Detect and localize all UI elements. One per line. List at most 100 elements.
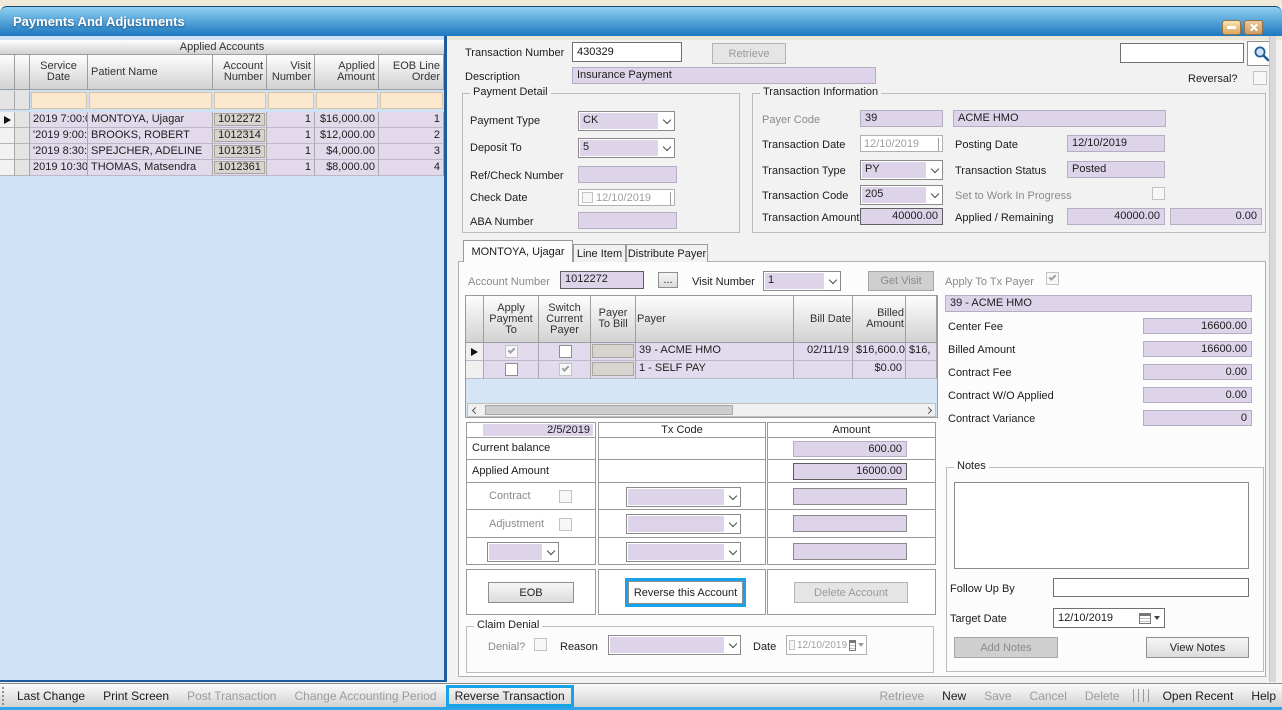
denial-date-checkbox[interactable] bbox=[789, 640, 795, 650]
denial-date-control[interactable]: 12/10/2019 bbox=[786, 635, 867, 655]
table-row[interactable]: '2019 9:00:0 BROOKS, ROBERT 1012314 1 $1… bbox=[0, 128, 444, 144]
switch-payer-checkbox[interactable] bbox=[559, 345, 572, 358]
retrieve-transaction-button[interactable]: Retrieve bbox=[712, 43, 786, 64]
tab-line-item[interactable]: Line Item bbox=[573, 244, 626, 262]
tab-patient[interactable]: MONTOYA, Ujagar bbox=[463, 240, 573, 262]
header-spacer bbox=[15, 55, 30, 90]
tab-distribute-payer[interactable]: Distribute Payer bbox=[626, 244, 708, 262]
check-date-checkbox[interactable] bbox=[582, 192, 593, 203]
extra-txcode-select[interactable] bbox=[626, 542, 741, 562]
contract-checkbox[interactable] bbox=[559, 490, 572, 503]
last-change-button[interactable]: Last Change bbox=[8, 687, 94, 705]
table-row[interactable]: '2019 8:30:0 SPEJCHER, ADELINE 1012315 1… bbox=[0, 144, 444, 160]
delete-button[interactable]: Delete bbox=[1076, 687, 1129, 705]
delete-account-button[interactable]: Delete Account bbox=[794, 582, 908, 603]
change-accounting-period-button[interactable]: Change Accounting Period bbox=[285, 687, 445, 705]
notes-textarea[interactable] bbox=[954, 482, 1249, 569]
chevron-down-icon bbox=[728, 518, 736, 526]
applied-amount-field[interactable]: 16000.00 bbox=[793, 463, 907, 480]
apply-payment-checkbox[interactable] bbox=[505, 345, 518, 358]
transaction-date-control[interactable]: 12/10/2019 bbox=[860, 135, 943, 152]
aba-number-field[interactable] bbox=[578, 212, 677, 229]
filter-applied-amount[interactable] bbox=[316, 92, 378, 109]
contract-amount-field[interactable] bbox=[793, 488, 907, 505]
scroll-right-icon[interactable] bbox=[921, 404, 935, 416]
ref-check-number-field[interactable] bbox=[578, 166, 677, 183]
reverse-this-account-button[interactable]: Reverse this Account bbox=[628, 581, 743, 604]
extra-row-select[interactable] bbox=[487, 542, 559, 562]
retrieve-button[interactable]: Retrieve bbox=[870, 687, 933, 705]
help-button[interactable]: Help bbox=[1242, 687, 1282, 705]
adjustment-amount-field[interactable] bbox=[793, 515, 907, 532]
transaction-amount-field[interactable]: 40000.00 bbox=[860, 208, 943, 225]
cell-eob: 1 bbox=[379, 112, 444, 128]
switch-payer-checkbox[interactable] bbox=[559, 363, 572, 376]
extra-amount-field[interactable] bbox=[793, 543, 907, 560]
scrollbar-thumb[interactable] bbox=[485, 405, 733, 415]
payer-to-bill-cell[interactable] bbox=[592, 344, 634, 358]
cell-visit: 1 bbox=[267, 128, 315, 144]
get-visit-button[interactable]: Get Visit bbox=[868, 271, 934, 291]
denial-reason-select[interactable] bbox=[608, 635, 741, 655]
minimize-button[interactable] bbox=[1222, 20, 1241, 35]
payer-row[interactable]: 39 - ACME HMO 02/11/19 $16,600.00 $16, bbox=[466, 343, 937, 361]
payer-to-bill-cell[interactable] bbox=[592, 362, 634, 376]
transaction-number-input[interactable] bbox=[572, 42, 682, 62]
add-notes-button[interactable]: Add Notes bbox=[954, 637, 1058, 658]
filter-account-number[interactable] bbox=[214, 92, 266, 109]
cell-service-date: 2019 7:00:0( bbox=[30, 112, 88, 128]
denial-checkbox[interactable] bbox=[534, 638, 547, 651]
work-in-progress-checkbox[interactable] bbox=[1152, 187, 1165, 200]
save-button[interactable]: Save bbox=[975, 687, 1020, 705]
transaction-code-select[interactable]: 205 bbox=[860, 185, 943, 205]
adjustment-txcode-select[interactable] bbox=[626, 514, 741, 534]
account-lookup-button[interactable]: ... bbox=[658, 272, 678, 288]
check-date-control[interactable]: 12/10/2019 bbox=[578, 189, 675, 206]
search-icon bbox=[1253, 45, 1270, 62]
amount-grid-date-header: 2/5/2019 bbox=[483, 424, 593, 436]
deposit-to-select[interactable]: 5 bbox=[578, 138, 675, 158]
reversal-checkbox[interactable] bbox=[1253, 71, 1267, 85]
account-number-field[interactable]: 1012272 bbox=[560, 271, 644, 289]
adjustment-checkbox[interactable] bbox=[559, 518, 572, 531]
description-field[interactable]: Insurance Payment bbox=[572, 67, 876, 84]
transaction-type-label: Transaction Type bbox=[762, 165, 846, 178]
reverse-transaction-button[interactable]: Reverse Transaction bbox=[446, 685, 574, 707]
chevron-down-icon bbox=[546, 546, 554, 554]
follow-up-by-input[interactable] bbox=[1053, 578, 1249, 597]
apply-to-tx-payer-checkbox[interactable] bbox=[1046, 272, 1059, 285]
table-row[interactable]: 2019 7:00:0( MONTOYA, Ujagar 1012272 1 $… bbox=[0, 112, 444, 128]
scroll-left-icon[interactable] bbox=[468, 404, 482, 416]
new-button[interactable]: New bbox=[933, 687, 975, 705]
payer-grid-hscrollbar[interactable] bbox=[467, 403, 936, 417]
chevron-down-icon bbox=[728, 546, 736, 554]
applied-field: 40000.00 bbox=[1067, 208, 1165, 225]
right-frame-strip bbox=[1269, 36, 1276, 682]
payer-row[interactable]: 1 - SELF PAY $0.00 bbox=[466, 361, 937, 379]
filter-service-date[interactable] bbox=[31, 92, 87, 109]
filter-eob-line-order[interactable] bbox=[380, 92, 443, 109]
post-transaction-button[interactable]: Post Transaction bbox=[178, 687, 285, 705]
col-bill-date: Bill Date bbox=[794, 296, 853, 343]
payment-type-select[interactable]: CK bbox=[578, 111, 675, 131]
contract-txcode-select[interactable] bbox=[626, 487, 741, 507]
filter-visit-number[interactable] bbox=[268, 92, 314, 109]
target-date-control[interactable]: 12/10/2019 bbox=[1053, 608, 1165, 628]
transaction-type-select[interactable]: PY bbox=[860, 160, 943, 180]
reversal-label: Reversal? bbox=[1188, 73, 1238, 86]
view-notes-button[interactable]: View Notes bbox=[1146, 637, 1249, 658]
cell-patient: THOMAS, Matsendra bbox=[88, 160, 213, 176]
eob-button[interactable]: EOB bbox=[488, 582, 574, 603]
cancel-button[interactable]: Cancel bbox=[1021, 687, 1076, 705]
visit-number-select[interactable]: 1 bbox=[763, 271, 841, 291]
contract-variance-field: 0 bbox=[1143, 410, 1252, 426]
filter-patient-name[interactable] bbox=[89, 92, 212, 109]
open-recent-button[interactable]: Open Recent bbox=[1154, 687, 1243, 705]
cell-account: 1012361 bbox=[214, 161, 265, 174]
search-input[interactable] bbox=[1120, 43, 1244, 63]
apply-payment-checkbox[interactable] bbox=[505, 363, 518, 376]
calendar-icon bbox=[1139, 613, 1151, 624]
print-screen-button[interactable]: Print Screen bbox=[94, 687, 178, 705]
close-button[interactable] bbox=[1244, 20, 1263, 35]
table-row[interactable]: 2019 10:30:( THOMAS, Matsendra 1012361 1… bbox=[0, 160, 444, 176]
